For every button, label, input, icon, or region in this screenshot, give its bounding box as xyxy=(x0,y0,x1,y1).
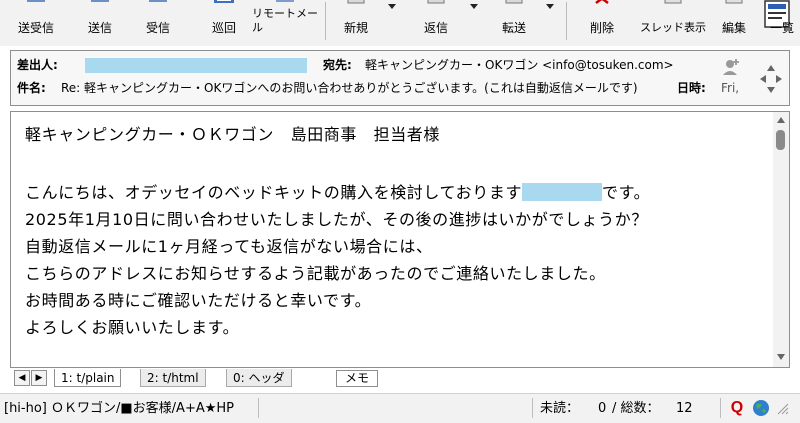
nav-left-icon xyxy=(760,75,766,83)
body-line: 自動返信メールに1ヶ月経っても返信がない場合には、 xyxy=(25,237,433,256)
patrol-icon xyxy=(214,0,234,3)
memo-button[interactable]: メモ xyxy=(336,370,378,387)
delete-button[interactable]: 削除 xyxy=(580,0,624,44)
nav-up-icon xyxy=(767,65,775,71)
send-icon xyxy=(91,0,109,2)
body-line: よろしくお願いいたします。 xyxy=(25,318,240,337)
mail-body[interactable]: 軽キャンピングカー・ＯＫワゴン 島田商事 担当者様 こんにちは、オデッセイのベッ… xyxy=(10,111,790,368)
total-label: / 総数： xyxy=(612,401,660,416)
body-line: 2025年1月10日に問い合わせいたしましたが、その後の進捗はいかがでしょうか？ xyxy=(25,210,648,229)
thread-view-button[interactable]: スレッド表示 xyxy=(640,0,706,44)
nav-right-icon xyxy=(776,75,782,83)
remote-mail-button[interactable]: リモートメール xyxy=(252,0,318,44)
body-redacted-name xyxy=(522,183,603,201)
forward-dropdown-icon[interactable] xyxy=(546,4,554,9)
new-mail-dropdown-icon[interactable] xyxy=(388,4,396,9)
status-divider xyxy=(720,398,721,418)
edit-icon xyxy=(725,0,743,4)
tab-text-plain[interactable]: 1: t/plain xyxy=(54,369,122,387)
status-divider xyxy=(532,398,533,418)
edit-button[interactable]: 編集 xyxy=(714,0,754,44)
status-folder-path: [hi-ho] ＯＫワゴン/■お客様/A+A★HP xyxy=(4,401,235,416)
part-tab-bar: ◀ ▶ 1: t/plain 2: t/html 0: ヘッダ メモ xyxy=(10,369,790,389)
receive-button[interactable]: 受信 xyxy=(136,0,180,44)
reply-button[interactable]: 返信 xyxy=(414,0,458,44)
status-divider xyxy=(258,398,259,418)
globe-icon[interactable] xyxy=(752,399,770,417)
to-value[interactable]: 軽キャンピングカー・OKワゴン <info@tosuken.com> xyxy=(365,57,674,73)
unread-label: 未読： xyxy=(540,401,580,416)
body-scrollbar[interactable] xyxy=(773,112,789,367)
reply-dropdown-icon[interactable] xyxy=(470,4,478,9)
scroll-down-icon[interactable] xyxy=(776,353,786,361)
body-line-text: こんにちは、オデッセイのベッドキットの購入を検討しております xyxy=(25,183,523,202)
to-label: 宛先: xyxy=(323,58,352,72)
tab-scroll-left-icon[interactable]: ◀ xyxy=(14,370,30,386)
tab-text-html[interactable]: 2: t/html xyxy=(140,369,206,387)
list-button[interactable]: 一覧 xyxy=(756,0,796,44)
date-value: Fri, xyxy=(721,81,740,95)
scrollbar-thumb[interactable] xyxy=(776,130,785,150)
send-button[interactable]: 送信 xyxy=(78,0,122,44)
forward-icon xyxy=(505,0,523,4)
tab-scroll-right-icon[interactable]: ▶ xyxy=(31,370,47,386)
body-line-suffix: です。 xyxy=(602,183,651,202)
header-nav-pad[interactable] xyxy=(756,55,786,103)
body-line: 軽キャンピングカー・ＯＫワゴン 島田商事 担当者様 xyxy=(25,125,441,144)
toolbar: 送受信 送信 受信 巡回 リモートメール 新規 返信 転送 削除 スレッド表示 xyxy=(0,0,800,46)
resize-grip-icon[interactable] xyxy=(774,400,790,416)
send-receive-button[interactable]: 送受信 xyxy=(8,0,64,44)
body-line: こんにちは、オデッセイのベッドキットの購入を検討しております です。 xyxy=(25,183,650,203)
mail-header: 差出人: 宛先: 軽キャンピングカー・OKワゴン <info@tosuken.c… xyxy=(10,50,790,106)
reply-icon xyxy=(427,0,445,4)
new-mail-button[interactable]: 新規 xyxy=(334,0,378,44)
body-line: こちらのアドレスにお知らせするよう記載があったのでご連絡いたしました。 xyxy=(25,264,606,283)
remote-mail-icon xyxy=(276,0,294,2)
receive-icon xyxy=(149,0,167,2)
body-line: お時間ある時にご確認いただけると幸いです。 xyxy=(25,291,372,310)
forward-button[interactable]: 転送 xyxy=(492,0,536,44)
delete-icon xyxy=(595,0,609,4)
toolbar-separator xyxy=(566,2,567,40)
total-count: 12 xyxy=(676,401,693,416)
add-contact-icon[interactable] xyxy=(721,57,741,77)
unread-count: 0 xyxy=(598,401,607,416)
patrol-button[interactable]: 巡回 xyxy=(202,0,246,44)
new-mail-icon xyxy=(347,0,365,4)
status-bar: [hi-ho] ＯＫワゴン/■お客様/A+A★HP 未読： 0 / 総数： 12… xyxy=(0,393,800,423)
q-status-icon[interactable]: Q xyxy=(728,399,746,417)
thread-view-icon xyxy=(664,0,682,4)
date-label: 日時: xyxy=(677,81,706,95)
toolbar-separator xyxy=(325,2,326,40)
subject-label: 件名: xyxy=(17,81,46,95)
subject-value: Re: 軽キャンピングカー・OKワゴンへのお問い合わせありがとうございます。(こ… xyxy=(61,81,638,95)
send-receive-icon xyxy=(27,0,45,2)
from-label: 差出人: xyxy=(17,58,58,72)
scroll-up-icon[interactable] xyxy=(776,116,786,124)
from-value-redacted xyxy=(85,58,307,73)
tab-header[interactable]: 0: ヘッダ xyxy=(226,369,292,387)
nav-down-icon xyxy=(767,87,775,93)
